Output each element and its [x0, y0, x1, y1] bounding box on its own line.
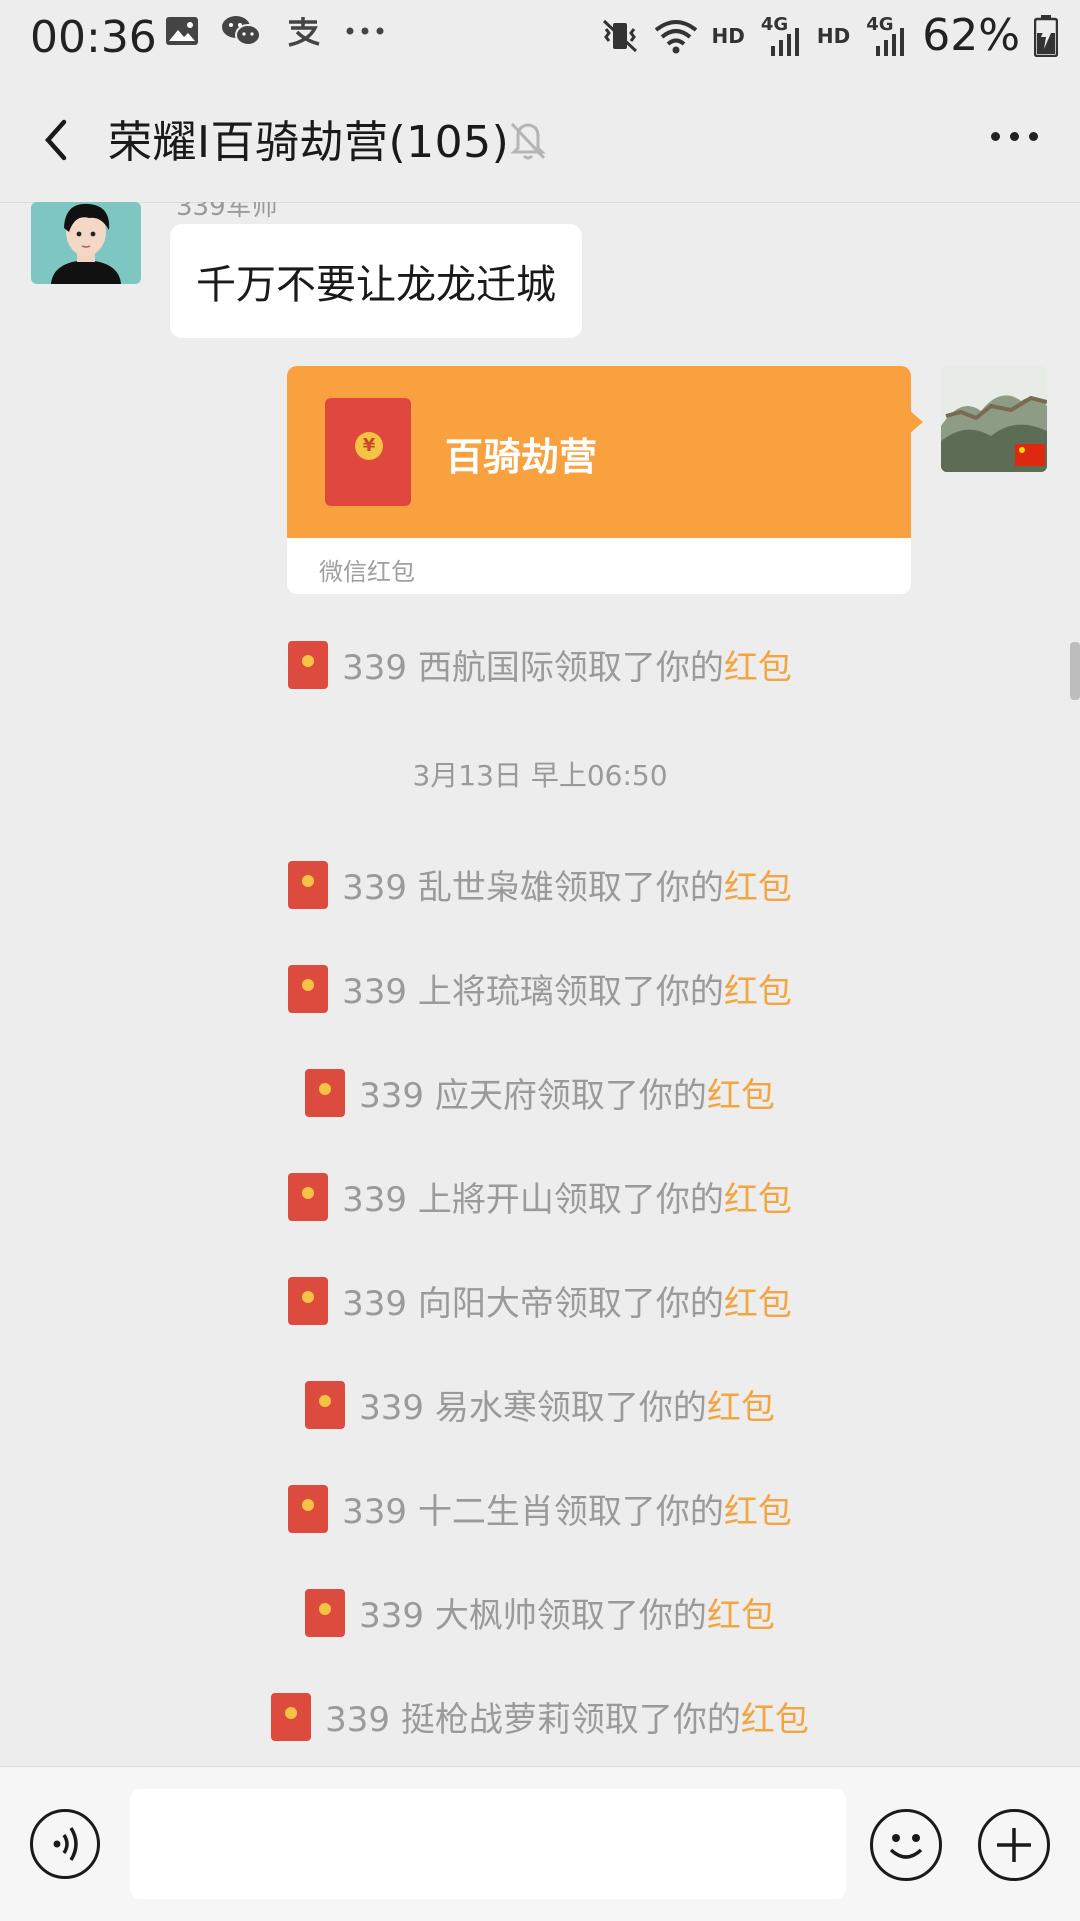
battery-percent: 62%	[922, 10, 1020, 61]
hd-label-1: HD	[711, 23, 745, 48]
claim-text: 领取了你的	[553, 648, 724, 688]
system-message: 339 挺枪战萝莉 领取了你的 红包	[0, 1692, 1080, 1741]
vibrate-mute-icon	[602, 19, 637, 52]
sender-name: 339军师	[176, 202, 278, 222]
hongbao-link[interactable]: 红包	[707, 1068, 775, 1117]
chat-header: 荣耀I百骑劫营(105)	[0, 76, 1080, 203]
hongbao-link[interactable]: 红包	[724, 1276, 792, 1325]
red-envelope-icon	[288, 1276, 329, 1325]
message-text: 千万不要让龙龙迁城	[196, 262, 556, 308]
hongbao-link[interactable]: 红包	[707, 1588, 775, 1637]
claimer-name: 339 上将琉璃	[342, 972, 554, 1012]
red-packet-card[interactable]: ¥ 百骑劫营 微信红包	[287, 366, 923, 594]
red-envelope-icon	[305, 1068, 346, 1117]
claimer-name: 339 乱世枭雄	[342, 868, 554, 908]
claim-text: 领取了你的	[570, 1700, 741, 1740]
red-packet-top: ¥ 百骑劫营	[287, 366, 911, 538]
chat-title: 荣耀I百骑劫营(105)	[108, 117, 510, 168]
signal-1: 4G	[759, 14, 803, 56]
claimer-name: 339 上將开山	[342, 1180, 554, 1220]
system-message: 339 上将琉璃 领取了你的 红包	[0, 964, 1080, 1013]
red-packet-footer: 微信红包	[287, 538, 911, 594]
plus-icon	[997, 1828, 1031, 1862]
hd-label-2: HD	[816, 23, 851, 48]
coin-icon: ¥	[355, 432, 383, 460]
claim-text: 领取了你的	[553, 972, 724, 1012]
system-message: 339 乱世枭雄 领取了你的 红包	[0, 860, 1080, 909]
system-message: 339 易水寒 领取了你的 红包	[0, 1380, 1080, 1429]
signal-bars-icon	[770, 27, 799, 56]
red-packet-subtitle: 微信红包	[319, 558, 415, 586]
claimer-name: 339 十二生肖	[342, 1492, 554, 1532]
message-input[interactable]	[130, 1789, 846, 1899]
alipay-notification-icon	[288, 17, 320, 47]
more-notifications-icon	[346, 27, 384, 35]
system-message: 339 大枫帅 领取了你的 红包	[0, 1588, 1080, 1637]
message-bubble[interactable]: 千万不要让龙龙迁城	[170, 224, 582, 338]
plus-button[interactable]	[978, 1809, 1050, 1881]
red-envelope-icon	[288, 860, 329, 909]
timestamp: 3月13日 早上06:50	[412, 759, 668, 792]
wifi-icon	[654, 19, 697, 53]
claim-text: 领取了你的	[553, 1180, 724, 1220]
claim-text: 领取了你的	[553, 868, 724, 908]
wechat-notification-icon	[222, 16, 261, 46]
chevron-left-icon[interactable]	[34, 110, 84, 170]
avatar[interactable]	[31, 202, 141, 284]
system-message: 339 西航国际 领取了你的 红包	[0, 640, 1080, 689]
claimer-name: 339 应天府	[359, 1076, 537, 1116]
claim-text: 领取了你的	[536, 1076, 707, 1116]
claimer-name: 339 大枫帅	[359, 1596, 537, 1636]
bell-off-icon	[510, 122, 546, 160]
bubble-tail	[909, 410, 923, 434]
system-message: 339 十二生肖 领取了你的 红包	[0, 1484, 1080, 1533]
claimer-name: 339 挺枪战萝莉	[325, 1700, 571, 1740]
status-time: 00:36	[30, 12, 157, 63]
notification-icons	[165, 14, 385, 48]
red-envelope-icon	[288, 640, 329, 689]
hongbao-link[interactable]: 红包	[724, 1484, 792, 1533]
red-envelope-icon	[288, 1484, 329, 1533]
hongbao-link[interactable]: 红包	[724, 640, 792, 689]
system-message: 339 向阳大帝 领取了你的 红包	[0, 1276, 1080, 1325]
my-avatar[interactable]	[941, 366, 1047, 472]
voice-button[interactable]	[30, 1809, 100, 1879]
claim-text: 领取了你的	[536, 1388, 707, 1428]
hongbao-link[interactable]: 红包	[724, 964, 792, 1013]
image-notification-icon	[166, 17, 198, 45]
smiley-icon	[889, 1834, 923, 1859]
hongbao-link[interactable]: 红包	[724, 860, 792, 909]
claim-text: 领取了你的	[536, 1596, 707, 1636]
hongbao-link[interactable]: 红包	[707, 1380, 775, 1429]
red-envelope-icon	[288, 964, 329, 1013]
red-envelope-icon	[271, 1692, 312, 1741]
hongbao-link[interactable]: 红包	[741, 1692, 809, 1741]
system-status: HD 4G HD 4G 62%	[600, 10, 1058, 61]
emoji-button[interactable]	[870, 1809, 942, 1881]
red-envelope-icon	[288, 1172, 329, 1221]
signal-bars-icon	[876, 27, 905, 56]
voice-icon	[53, 1827, 78, 1861]
claim-text: 领取了你的	[553, 1284, 724, 1324]
claimer-name: 339 西航国际	[342, 648, 554, 688]
red-envelope-icon	[305, 1380, 346, 1429]
signal-2: 4G	[864, 14, 908, 56]
battery-charging-icon	[1034, 14, 1058, 57]
system-message: 339 应天府 领取了你的 红包	[0, 1068, 1080, 1117]
claimer-name: 339 易水寒	[359, 1388, 537, 1428]
claim-text: 领取了你的	[553, 1492, 724, 1532]
claimer-name: 339 向阳大帝	[342, 1284, 554, 1324]
red-envelope-icon	[305, 1588, 346, 1637]
input-bar	[0, 1766, 1080, 1921]
system-message: 339 上將开山 领取了你的 红包	[0, 1172, 1080, 1221]
more-horizontal-icon[interactable]	[991, 132, 1038, 141]
red-envelope-icon: ¥	[325, 398, 411, 506]
chat-messages[interactable]: 339军师 千万不要让龙龙迁城 ¥ 百骑劫营 微信红包 339 西航国际 领取了…	[0, 202, 1080, 1766]
hongbao-link[interactable]: 红包	[724, 1172, 792, 1221]
red-packet-title: 百骑劫营	[445, 435, 598, 479]
status-bar: 00:36 HD 4G HD 4G 62%	[0, 0, 1080, 76]
